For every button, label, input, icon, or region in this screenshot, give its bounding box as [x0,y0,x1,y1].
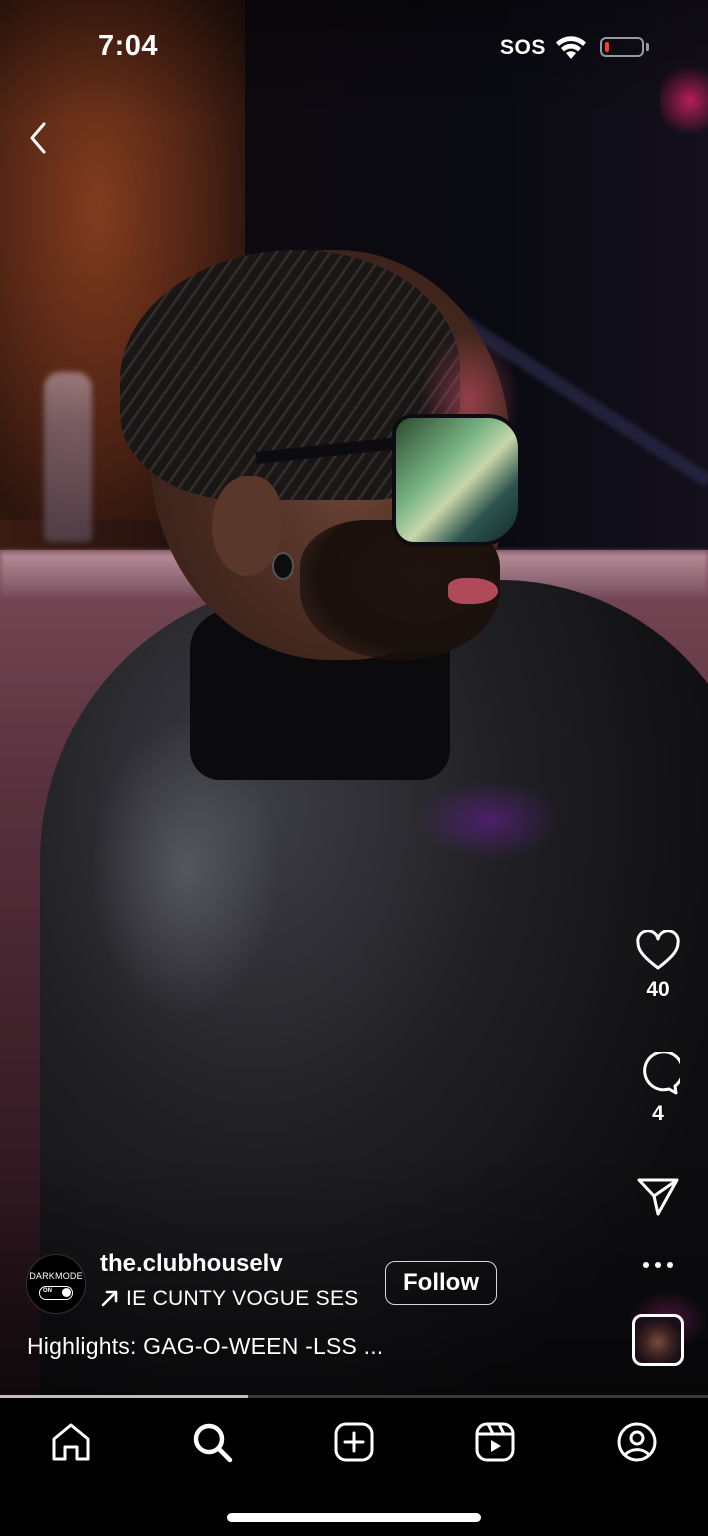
home-indicator[interactable] [227,1513,481,1522]
avatar[interactable]: DARKMODE ON [26,1254,86,1314]
video-background-bottle [44,372,92,542]
video-subject-jacket-light [420,780,560,860]
reel-caption[interactable]: Highlights: GAG-O-WEEN -LSS ... [27,1333,383,1360]
audio-thumbnail[interactable] [632,1314,684,1366]
profile-icon[interactable] [615,1420,659,1464]
more-horizontal-icon[interactable] [636,1252,680,1278]
follow-button[interactable]: Follow [385,1261,497,1305]
search-icon[interactable] [190,1420,234,1464]
home-icon[interactable] [49,1420,93,1464]
video-subject-sunglasses [392,414,522,546]
like-button[interactable]: 40 [628,930,688,1002]
chevron-left-icon[interactable] [22,118,58,158]
username[interactable]: the.clubhouselv [100,1250,283,1278]
heart-icon [636,930,680,970]
avatar-toggle-graphic: ON [39,1286,73,1300]
comment-bubble-icon [643,1052,680,1095]
avatar-toggle-knob [62,1288,71,1297]
avatar-toggle-text: ON [43,1288,52,1294]
arrow-up-right-icon [101,1290,118,1307]
share-button[interactable] [628,1176,688,1218]
video-subject-lips [448,578,498,604]
status-network: SOS [500,36,546,59]
battery-level [605,42,609,52]
audio-title[interactable]: IE CUNTY VOGUE SES [126,1287,370,1311]
comment-button[interactable]: 4 [628,1052,688,1126]
battery-cap [646,43,649,51]
battery-icon [600,37,644,57]
avatar-text: DARKMODE [29,1271,83,1281]
paper-plane-icon [637,1178,679,1216]
wifi-icon [556,36,586,59]
comment-count: 4 [652,1102,664,1125]
status-time: 7:04 [98,30,159,62]
video-subject-earring [272,552,294,580]
create-plus-icon[interactable] [332,1420,376,1464]
like-count: 40 [646,978,670,1001]
reel-video[interactable] [0,0,708,1396]
reel-screen: 7:04 SOS 40 4 DARKMODE ON the.clubhousel… [0,0,708,1536]
reels-icon[interactable] [473,1420,517,1464]
